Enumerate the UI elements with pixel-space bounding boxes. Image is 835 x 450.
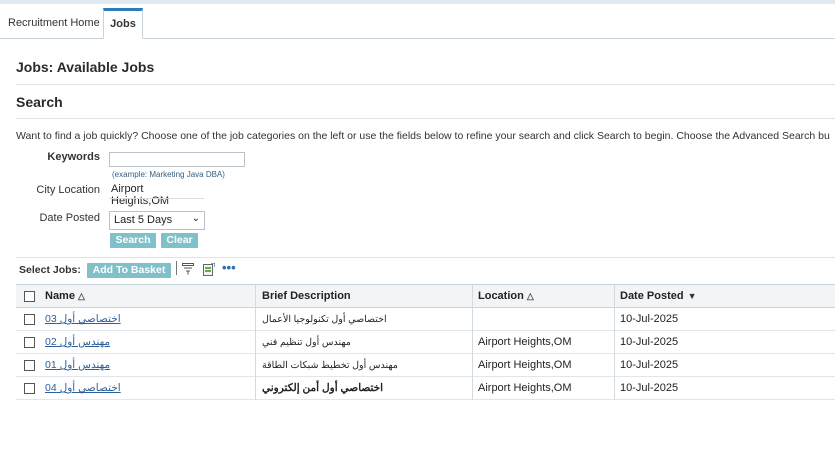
- row-checkbox[interactable]: [24, 337, 35, 348]
- column-header-name[interactable]: Name △: [45, 285, 255, 308]
- more-icon[interactable]: •••: [222, 260, 236, 275]
- column-divider: [472, 308, 473, 331]
- job-date-cell: 10-Jul-2025: [620, 313, 679, 325]
- table-header-row: Name △ Brief Description Location △ Date P…: [16, 285, 835, 308]
- job-description-cell: اختصاصي أول تكنولوجيا الأعمال: [262, 314, 387, 325]
- column-divider: [614, 285, 615, 308]
- search-button[interactable]: Search: [110, 233, 156, 248]
- column-header-date-label: Date Posted: [620, 290, 684, 302]
- jobs-table: Name △ Brief Description Location △ Date P…: [16, 284, 835, 400]
- column-divider: [255, 331, 256, 354]
- column-header-location[interactable]: Location △: [478, 285, 618, 308]
- table-row: اختصاصي أول 03 اختصاصي أول تكنولوجيا الأ…: [16, 308, 835, 331]
- job-location-cell: Airport Heights,OM: [478, 382, 572, 394]
- column-divider: [472, 331, 473, 354]
- column-divider: [255, 285, 256, 308]
- job-location-cell: Airport Heights,OM: [478, 336, 572, 348]
- select-jobs-label: Select Jobs:: [19, 264, 81, 276]
- date-posted-label: Date Posted: [39, 212, 100, 224]
- select-all-checkbox[interactable]: [24, 291, 35, 302]
- page-title: Jobs: Available Jobs: [16, 59, 155, 75]
- column-divider: [255, 308, 256, 331]
- clear-button[interactable]: Clear: [161, 233, 198, 248]
- date-posted-select[interactable]: Last 5 Days ⌄: [109, 211, 205, 230]
- job-description-cell: مهندس أول تنظيم فني: [262, 337, 351, 348]
- job-date-cell: 10-Jul-2025: [620, 382, 679, 394]
- date-posted-value: Last 5 Days: [114, 214, 173, 226]
- column-divider: [614, 354, 615, 377]
- job-name-link[interactable]: مهندس أول 01: [45, 359, 110, 371]
- tab-bar: Recruitment Home Jobs: [0, 8, 835, 39]
- column-divider: [614, 331, 615, 354]
- city-location-input[interactable]: Airport Heights,OM: [109, 182, 204, 210]
- keywords-label: Keywords: [47, 151, 100, 163]
- tab-recruitment-home[interactable]: Recruitment Home: [0, 8, 108, 39]
- job-name-link[interactable]: اختصاصي أول 03: [45, 313, 121, 325]
- column-header-description: Brief Description: [262, 290, 351, 302]
- divider: [16, 84, 835, 85]
- job-name-cell: اختصاصي أول 04: [45, 377, 255, 400]
- job-location-cell: Airport Heights,OM: [478, 359, 572, 371]
- sort-descending-icon: ▼: [687, 291, 697, 301]
- keywords-hint: (example: Marketing Java DBA): [112, 170, 225, 179]
- job-name-link[interactable]: اختصاصي أول 04: [45, 382, 121, 394]
- top-strip: [0, 0, 835, 4]
- row-checkbox[interactable]: [24, 360, 35, 371]
- tab-jobs[interactable]: Jobs: [103, 8, 143, 39]
- city-location-label: City Location: [36, 184, 100, 196]
- search-section-title: Search: [16, 94, 63, 110]
- column-header-name-label: Name: [45, 290, 75, 302]
- column-divider: [472, 285, 473, 308]
- row-checkbox[interactable]: [24, 314, 35, 325]
- chevron-down-icon: ⌄: [191, 213, 200, 224]
- table-row: اختصاصي أول 04 اختصاصي أول أمن إلكتروني …: [16, 377, 835, 400]
- toolbar-separator: [176, 261, 177, 275]
- sort-ascending-icon: △: [526, 291, 534, 301]
- sort-ascending-icon: △: [77, 291, 85, 301]
- column-header-location-label: Location: [478, 290, 524, 302]
- column-divider: [472, 377, 473, 400]
- add-to-basket-button[interactable]: Add To Basket: [87, 263, 171, 278]
- filter-icon[interactable]: [182, 263, 194, 275]
- city-location-underline: [109, 198, 204, 199]
- job-name-cell: مهندس أول 02: [45, 331, 255, 354]
- job-location-cell: [478, 308, 618, 331]
- table-row: مهندس أول 01 مهندس أول تخطيط شبكات الطاق…: [16, 354, 835, 377]
- table-row: مهندس أول 02 مهندس أول تنظيم فني Airport…: [16, 331, 835, 354]
- job-name-cell: اختصاصي أول 03: [45, 308, 255, 331]
- job-description-cell: اختصاصي أول أمن إلكتروني: [262, 382, 384, 394]
- keywords-input[interactable]: [109, 152, 245, 167]
- column-header-date-posted[interactable]: Date Posted ▼: [620, 285, 830, 308]
- results-toolbar: Select Jobs: Add To Basket •••: [16, 257, 835, 281]
- export-icon[interactable]: [203, 263, 215, 276]
- column-divider: [614, 377, 615, 400]
- column-divider: [614, 308, 615, 331]
- job-date-cell: 10-Jul-2025: [620, 336, 679, 348]
- job-description-cell: مهندس أول تخطيط شبكات الطاقة: [262, 360, 398, 371]
- job-date-cell: 10-Jul-2025: [620, 359, 679, 371]
- divider: [16, 118, 835, 119]
- column-divider: [472, 354, 473, 377]
- row-checkbox[interactable]: [24, 383, 35, 394]
- column-divider: [255, 354, 256, 377]
- job-name-cell: مهندس أول 01: [45, 354, 255, 377]
- job-name-link[interactable]: مهندس أول 02: [45, 336, 110, 348]
- search-instructions: Want to find a job quickly? Choose one o…: [16, 130, 830, 142]
- column-divider: [255, 377, 256, 400]
